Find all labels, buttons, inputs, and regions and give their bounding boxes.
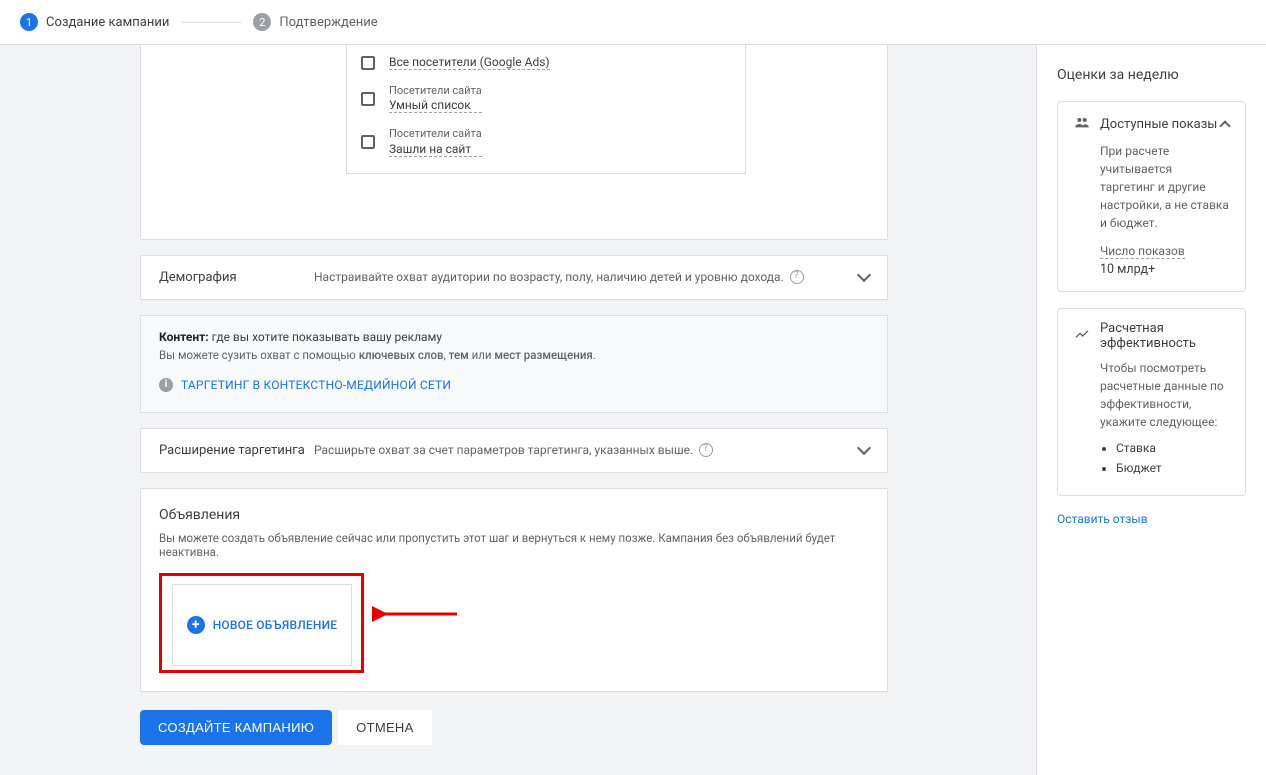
info-icon: i [159, 378, 173, 392]
audience-row[interactable]: Все посетители (Google Ads) [361, 47, 731, 76]
help-icon[interactable] [699, 443, 713, 457]
targeting-link[interactable]: ТАРГЕТИНГ В КОНТЕКСТНО-МЕДИЙНОЙ СЕТИ [181, 378, 451, 392]
performance-body: Чтобы посмотреть расчетные данные по эфф… [1100, 359, 1229, 431]
audience-name: Умный список [389, 98, 482, 113]
impressions-card: Доступные показы При расчете учитывается… [1057, 101, 1246, 292]
step-2-number: 2 [253, 13, 271, 31]
new-ad-highlight: + НОВОЕ ОБЪЯВЛЕНИЕ [159, 573, 364, 673]
create-campaign-button[interactable]: СОЗДАЙТЕ КАМПАНИЮ [140, 710, 332, 745]
audience-category: Посетители сайта [389, 127, 482, 141]
demography-desc: Настраивайте охват аудитории по возрасту… [314, 270, 847, 284]
feedback-link[interactable]: Оставить отзыв [1057, 512, 1148, 526]
ads-desc: Вы можете создать объявление сейчас или … [159, 531, 869, 559]
expansion-label: Расширение таргетинга [159, 443, 314, 458]
step-divider [181, 22, 241, 23]
audiences-card: Все посетители (Google Ads) Посетители с… [140, 45, 888, 240]
expansion-row[interactable]: Расширение таргетинга Расширьте охват за… [140, 428, 888, 473]
audience-category: Посетители сайта [389, 84, 482, 98]
checkbox[interactable] [361, 92, 375, 106]
performance-card: Расчетная эффективность Чтобы посмотреть… [1057, 308, 1246, 496]
impressions-metric-value: 10 млрд+ [1100, 262, 1229, 277]
audiences-list: Все посетители (Google Ads) Посетители с… [346, 45, 746, 174]
sidebar-title: Оценки за неделю [1057, 67, 1246, 83]
people-icon [1074, 114, 1090, 134]
content-title: Контент: где вы хотите показывать вашу р… [159, 330, 869, 344]
chevron-down-icon[interactable] [857, 441, 871, 455]
cancel-button[interactable]: ОТМЕНА [338, 710, 431, 745]
checkbox[interactable] [361, 56, 375, 70]
impressions-metric-label: Число показов [1100, 244, 1185, 259]
annotation-arrow [372, 604, 462, 624]
content-section: Контент: где вы хотите показывать вашу р… [140, 315, 888, 413]
content-subtitle: Вы можете сузить охват с помощью ключевы… [159, 348, 869, 362]
expansion-desc: Расширьте охват за счет параметров тарге… [314, 443, 847, 457]
new-ad-label: НОВОЕ ОБЪЯВЛЕНИЕ [213, 618, 338, 632]
demography-row[interactable]: Демография Настраивайте охват аудитории … [140, 255, 888, 300]
ads-title: Объявления [159, 507, 869, 523]
audience-name: Все посетители (Google Ads) [389, 55, 550, 70]
step-2-label: Подтверждение [279, 15, 377, 30]
audience-row[interactable]: Посетители сайта Умный список [361, 76, 731, 119]
performance-header: Расчетная эффективность [1100, 321, 1229, 351]
demography-label: Демография [159, 270, 314, 285]
chevron-up-icon[interactable] [1219, 120, 1230, 131]
step-1-number: 1 [20, 13, 38, 31]
list-item: Бюджет [1116, 461, 1229, 475]
trend-icon [1074, 326, 1090, 346]
help-icon[interactable] [790, 270, 804, 284]
list-item: Ставка [1116, 441, 1229, 455]
audience-row[interactable]: Посетители сайта Зашли на сайт [361, 119, 731, 162]
stepper: 1 Создание кампании 2 Подтверждение [0, 0, 1266, 45]
audience-name: Зашли на сайт [389, 142, 482, 157]
impressions-header: Доступные показы [1100, 117, 1221, 132]
new-ad-button[interactable]: + НОВОЕ ОБЪЯВЛЕНИЕ [172, 584, 352, 666]
plus-icon: + [187, 616, 205, 634]
footer-buttons: СОЗДАЙТЕ КАМПАНИЮ ОТМЕНА [140, 710, 888, 745]
performance-list: Ставка Бюджет [1100, 441, 1229, 475]
estimates-sidebar: Оценки за неделю Доступные показы При ра… [1036, 45, 1266, 775]
chevron-down-icon[interactable] [857, 268, 871, 282]
ads-card: Объявления Вы можете создать объявление … [140, 488, 888, 692]
step-1-label[interactable]: Создание кампании [46, 15, 169, 30]
checkbox[interactable] [361, 135, 375, 149]
impressions-body: При расчете учитывается таргетинг и друг… [1100, 142, 1229, 232]
